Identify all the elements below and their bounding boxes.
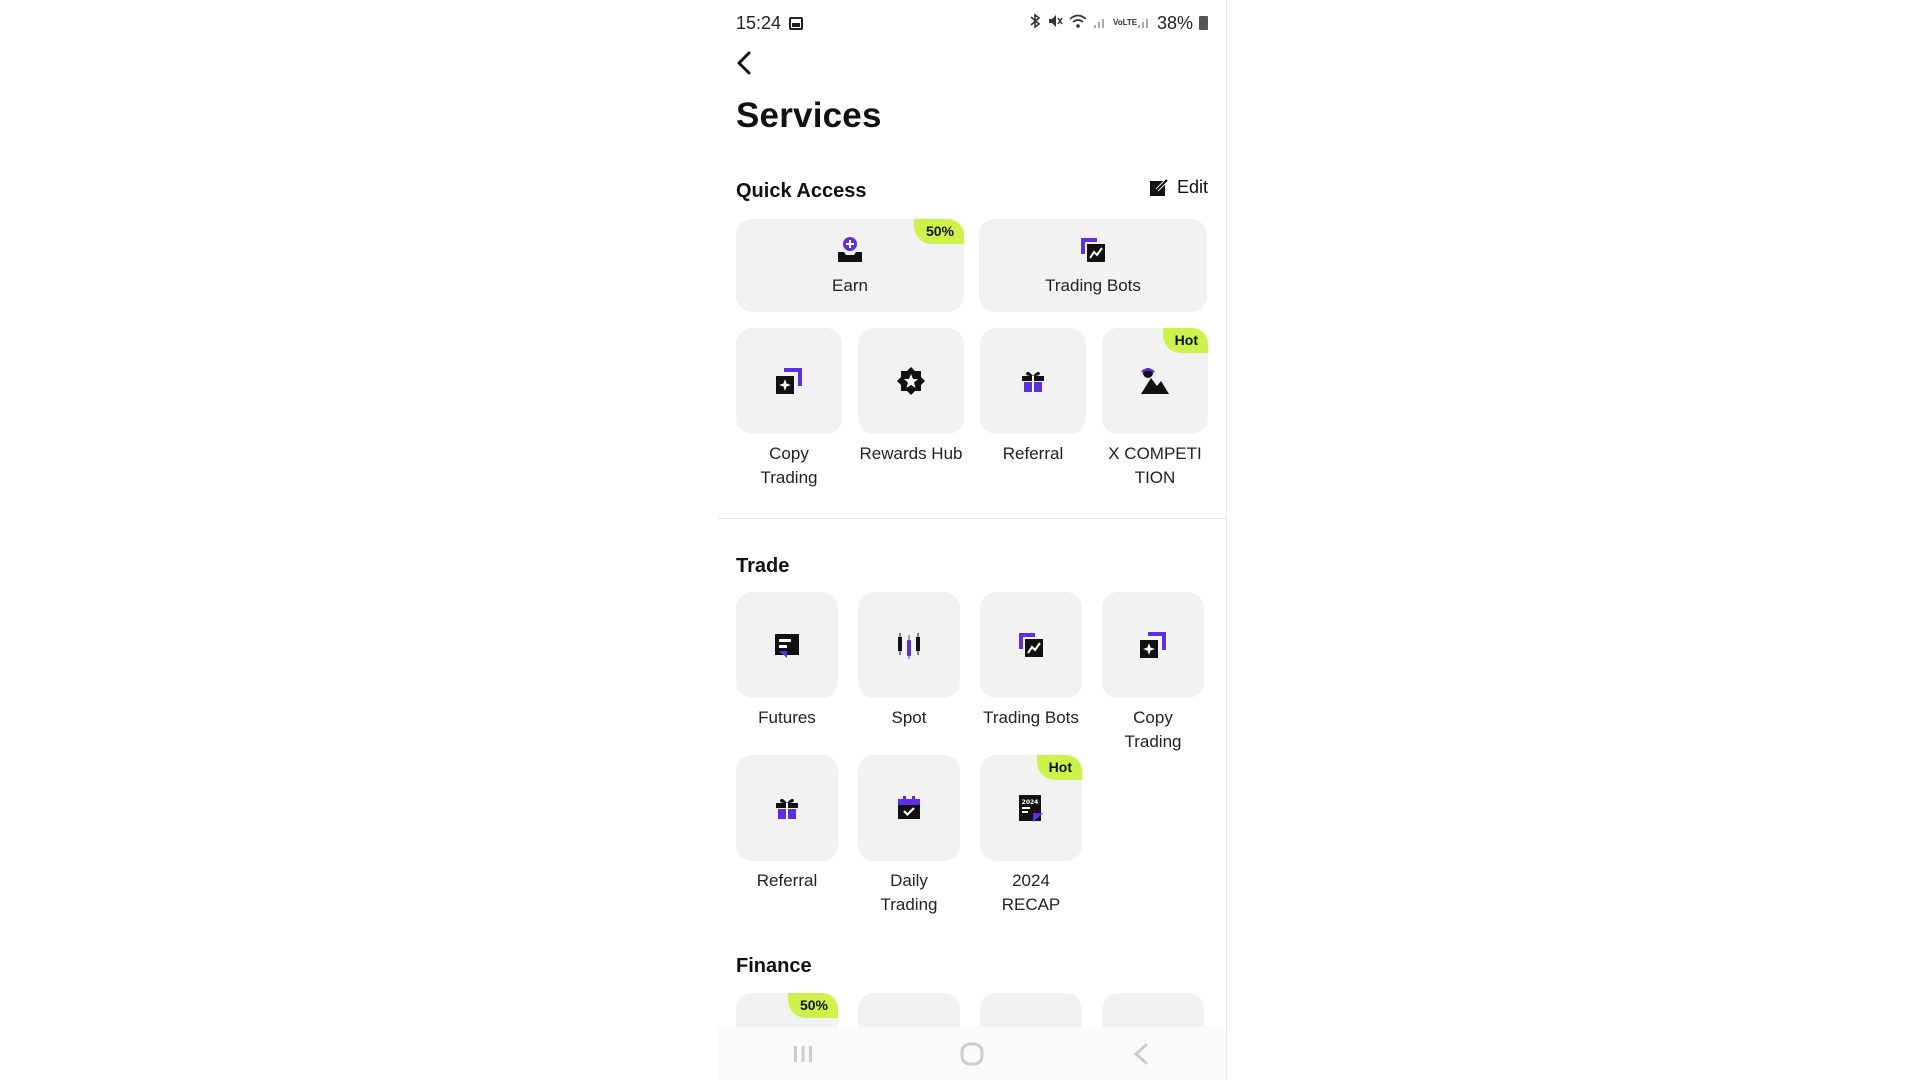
finance-heading: Finance — [736, 955, 812, 977]
svg-text:2024: 2024 — [1022, 799, 1039, 806]
tile-label: Trading Bots — [1045, 275, 1141, 295]
back-nav-button[interactable] — [1111, 1034, 1171, 1074]
status-bar: 15:24 VoLTE 38% — [736, 10, 1208, 36]
trade-tile-trading-bots[interactable] — [980, 592, 1082, 698]
trade-label-referral: Referral — [756, 871, 818, 890]
gallery-icon — [789, 16, 804, 30]
home-button[interactable] — [942, 1034, 1002, 1074]
quick-tile-rewards-hub[interactable] — [858, 328, 964, 434]
recent-apps-button[interactable] — [773, 1034, 833, 1074]
quick-access-heading: Quick Access — [736, 180, 867, 202]
quick-tile-trading-bots[interactable]: Trading Bots — [979, 219, 1207, 312]
page-title: Services — [736, 96, 882, 135]
trade-tile-spot[interactable] — [858, 592, 960, 698]
chevron-left-icon — [737, 51, 751, 75]
back-nav-icon — [1134, 1043, 1148, 1064]
edit-button[interactable]: Edit — [1149, 177, 1208, 198]
recent-apps-icon — [793, 1045, 812, 1062]
recap-icon: 2024 — [1019, 795, 1043, 822]
quick-tile-earn[interactable]: Earn 50% — [736, 219, 964, 312]
trade-tile-2024-recap[interactable]: 2024 Hot — [980, 755, 1082, 861]
gift-icon — [776, 798, 798, 819]
quick-tile-referral[interactable] — [980, 328, 1086, 434]
trade-label-daily-trading: Daily Trading — [880, 871, 938, 914]
trading-bots-icon — [1081, 237, 1105, 262]
quick-label-x-competition: X COMPETI TION — [1108, 444, 1202, 487]
back-button[interactable] — [728, 46, 760, 80]
system-navbar — [718, 1027, 1226, 1080]
quick-label-copy-trading: Copy Trading — [760, 444, 818, 487]
trade-tile-copy-trading[interactable] — [1102, 592, 1204, 698]
rewards-hub-icon — [897, 367, 925, 395]
battery-percent: 38% — [1156, 12, 1193, 33]
trade-label-futures: Futures — [758, 708, 816, 727]
quick-tile-copy-trading[interactable] — [736, 328, 842, 434]
spot-icon — [898, 633, 920, 659]
tile-label: Earn — [832, 275, 868, 295]
trade-label-spot: Spot — [891, 708, 927, 727]
quick-label-referral: Referral — [1002, 444, 1064, 463]
hot-badge: Hot — [1162, 328, 1208, 353]
trade-label-2024-recap: 2024 RECAP — [1001, 871, 1061, 914]
quick-label-rewards-hub: Rewards Hub — [859, 444, 963, 463]
trade-label-trading-bots: Trading Bots — [983, 708, 1079, 727]
phone-screen: 15:24 VoLTE 38% Services Quick Access Ed… — [718, 0, 1227, 1080]
edit-label: Edit — [1176, 177, 1208, 197]
signal-icon — [1137, 13, 1151, 34]
earn-icon — [838, 236, 862, 262]
home-icon — [960, 1042, 984, 1065]
battery-icon — [1199, 16, 1208, 30]
bluetooth-icon — [1029, 12, 1041, 34]
trade-heading: Trade — [736, 555, 790, 577]
trade-tile-daily-trading[interactable] — [858, 755, 960, 861]
section-divider — [718, 518, 1226, 519]
calendar-icon — [898, 796, 920, 819]
competition-icon — [1141, 368, 1169, 394]
hot-badge: Hot — [1036, 755, 1082, 780]
futures-icon — [775, 634, 799, 658]
copy-trading-icon — [776, 368, 802, 394]
trading-bots-icon — [1019, 633, 1043, 657]
wifi-icon — [1069, 13, 1087, 34]
trade-tile-futures[interactable] — [736, 592, 838, 698]
trade-label-copy-trading: Copy Trading — [1124, 708, 1182, 751]
signal-icon — [1093, 13, 1107, 34]
percent-badge: 50% — [913, 219, 964, 244]
mute-icon — [1047, 13, 1063, 34]
trade-tile-referral[interactable] — [736, 755, 838, 861]
gift-icon — [1022, 371, 1044, 392]
status-time: 15:24 — [736, 12, 782, 33]
percent-badge: 50% — [787, 993, 838, 1018]
quick-tile-x-competition[interactable]: Hot — [1102, 328, 1208, 434]
copy-trading-icon — [1140, 632, 1166, 658]
edit-icon — [1149, 178, 1169, 196]
volte-icon: VoLTE — [1112, 18, 1138, 27]
